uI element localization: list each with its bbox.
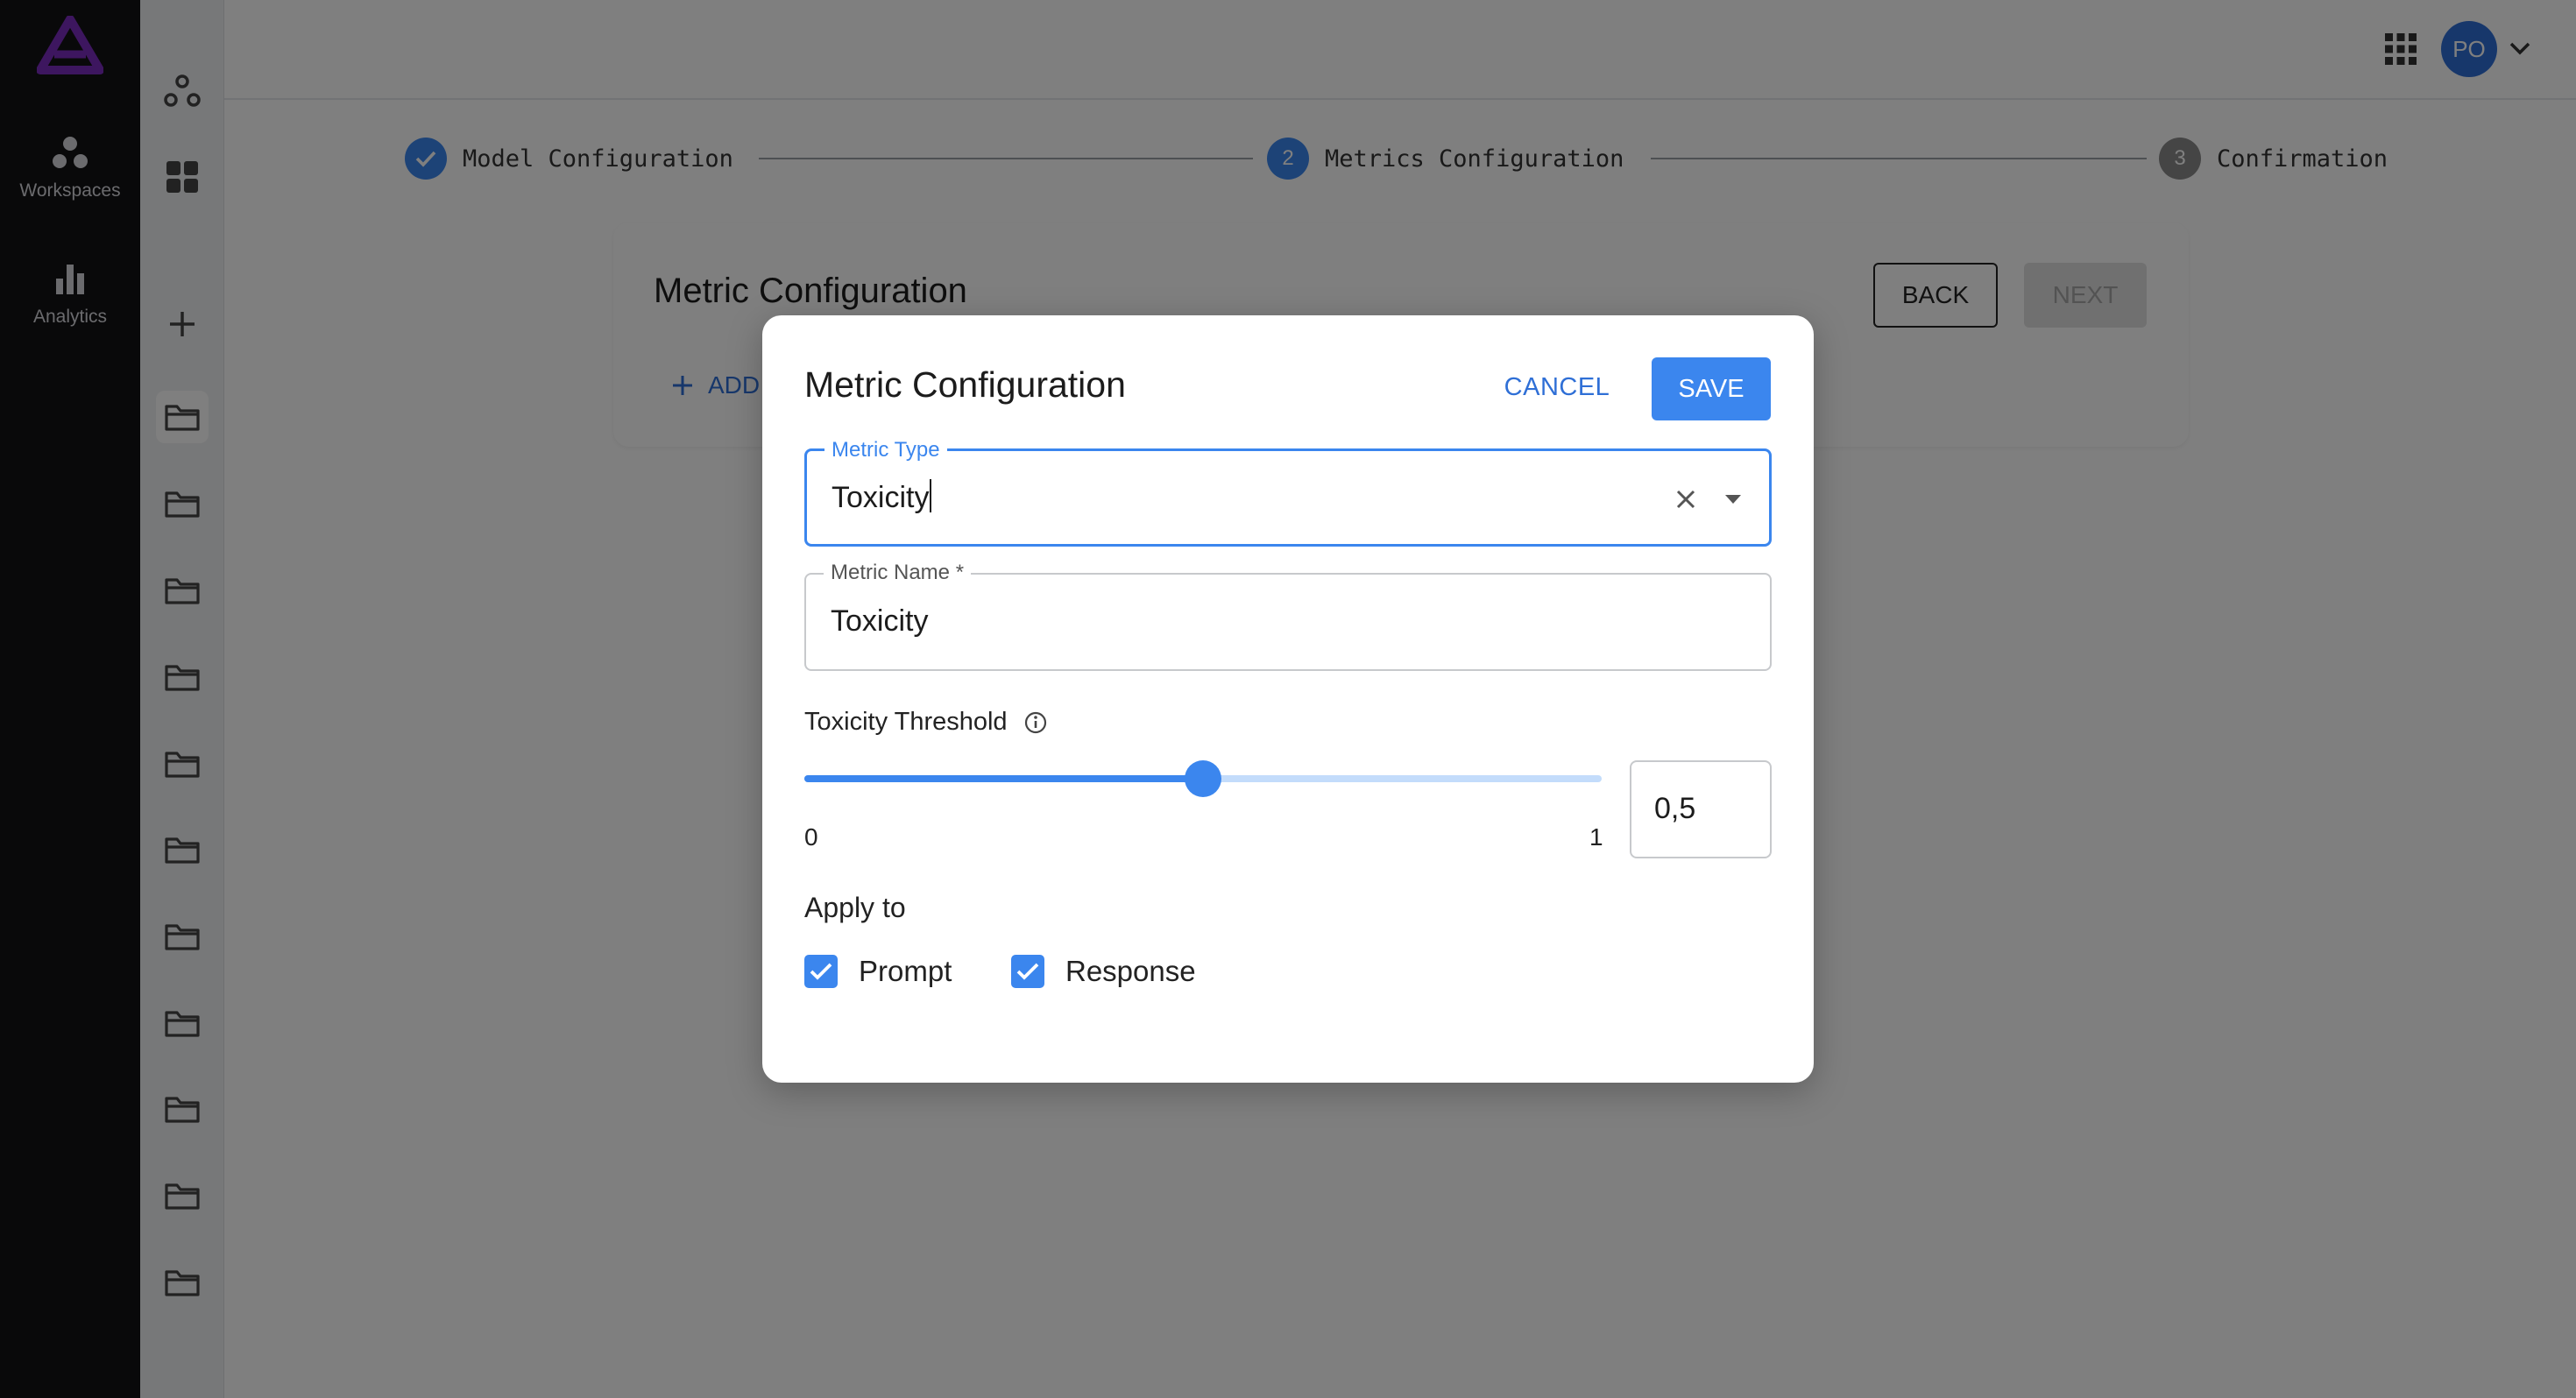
metric-type-value: Toxicity bbox=[832, 481, 930, 514]
metric-name-value: Toxicity bbox=[831, 604, 929, 638]
text-cursor bbox=[930, 479, 932, 512]
prompt-label: Prompt bbox=[859, 955, 952, 987]
metric-name-field[interactable]: Metric Name * Toxicity bbox=[804, 561, 1772, 671]
metric-configuration-dialog: Metric Configuration CANCEL SAVE Metric … bbox=[762, 315, 1814, 1083]
threshold-slider[interactable] bbox=[804, 760, 1602, 797]
prompt-checkbox-row[interactable]: Prompt bbox=[804, 955, 952, 988]
check-icon bbox=[810, 963, 832, 980]
slider-max-label: 1 bbox=[1589, 823, 1603, 851]
metric-name-label: Metric Name * bbox=[824, 561, 972, 585]
slider-min-label: 0 bbox=[804, 823, 818, 851]
info-icon[interactable] bbox=[1023, 710, 1048, 735]
dropdown-arrow-icon[interactable] bbox=[1723, 493, 1743, 505]
dialog-title: Metric Configuration bbox=[804, 364, 1126, 405]
threshold-label: Toxicity Threshold bbox=[804, 708, 1008, 736]
response-label: Response bbox=[1065, 955, 1196, 987]
metric-type-label: Metric Type bbox=[824, 438, 947, 462]
metric-type-select[interactable]: Metric Type Toxicity bbox=[804, 438, 1772, 547]
cancel-button[interactable]: CANCEL bbox=[1500, 356, 1614, 419]
slider-thumb[interactable] bbox=[1185, 760, 1221, 797]
clear-icon[interactable] bbox=[1674, 488, 1697, 511]
save-button[interactable]: SAVE bbox=[1652, 357, 1771, 420]
apply-to-label: Apply to bbox=[804, 892, 906, 923]
response-checkbox-row[interactable]: Response bbox=[1011, 955, 1196, 988]
slider-fill bbox=[804, 775, 1203, 782]
toxicity-threshold-heading: Toxicity Threshold bbox=[804, 708, 1048, 737]
response-checkbox[interactable] bbox=[1011, 955, 1044, 988]
check-icon bbox=[1016, 963, 1039, 980]
prompt-checkbox[interactable] bbox=[804, 955, 838, 988]
threshold-value-input[interactable]: 0,5 bbox=[1630, 760, 1772, 858]
